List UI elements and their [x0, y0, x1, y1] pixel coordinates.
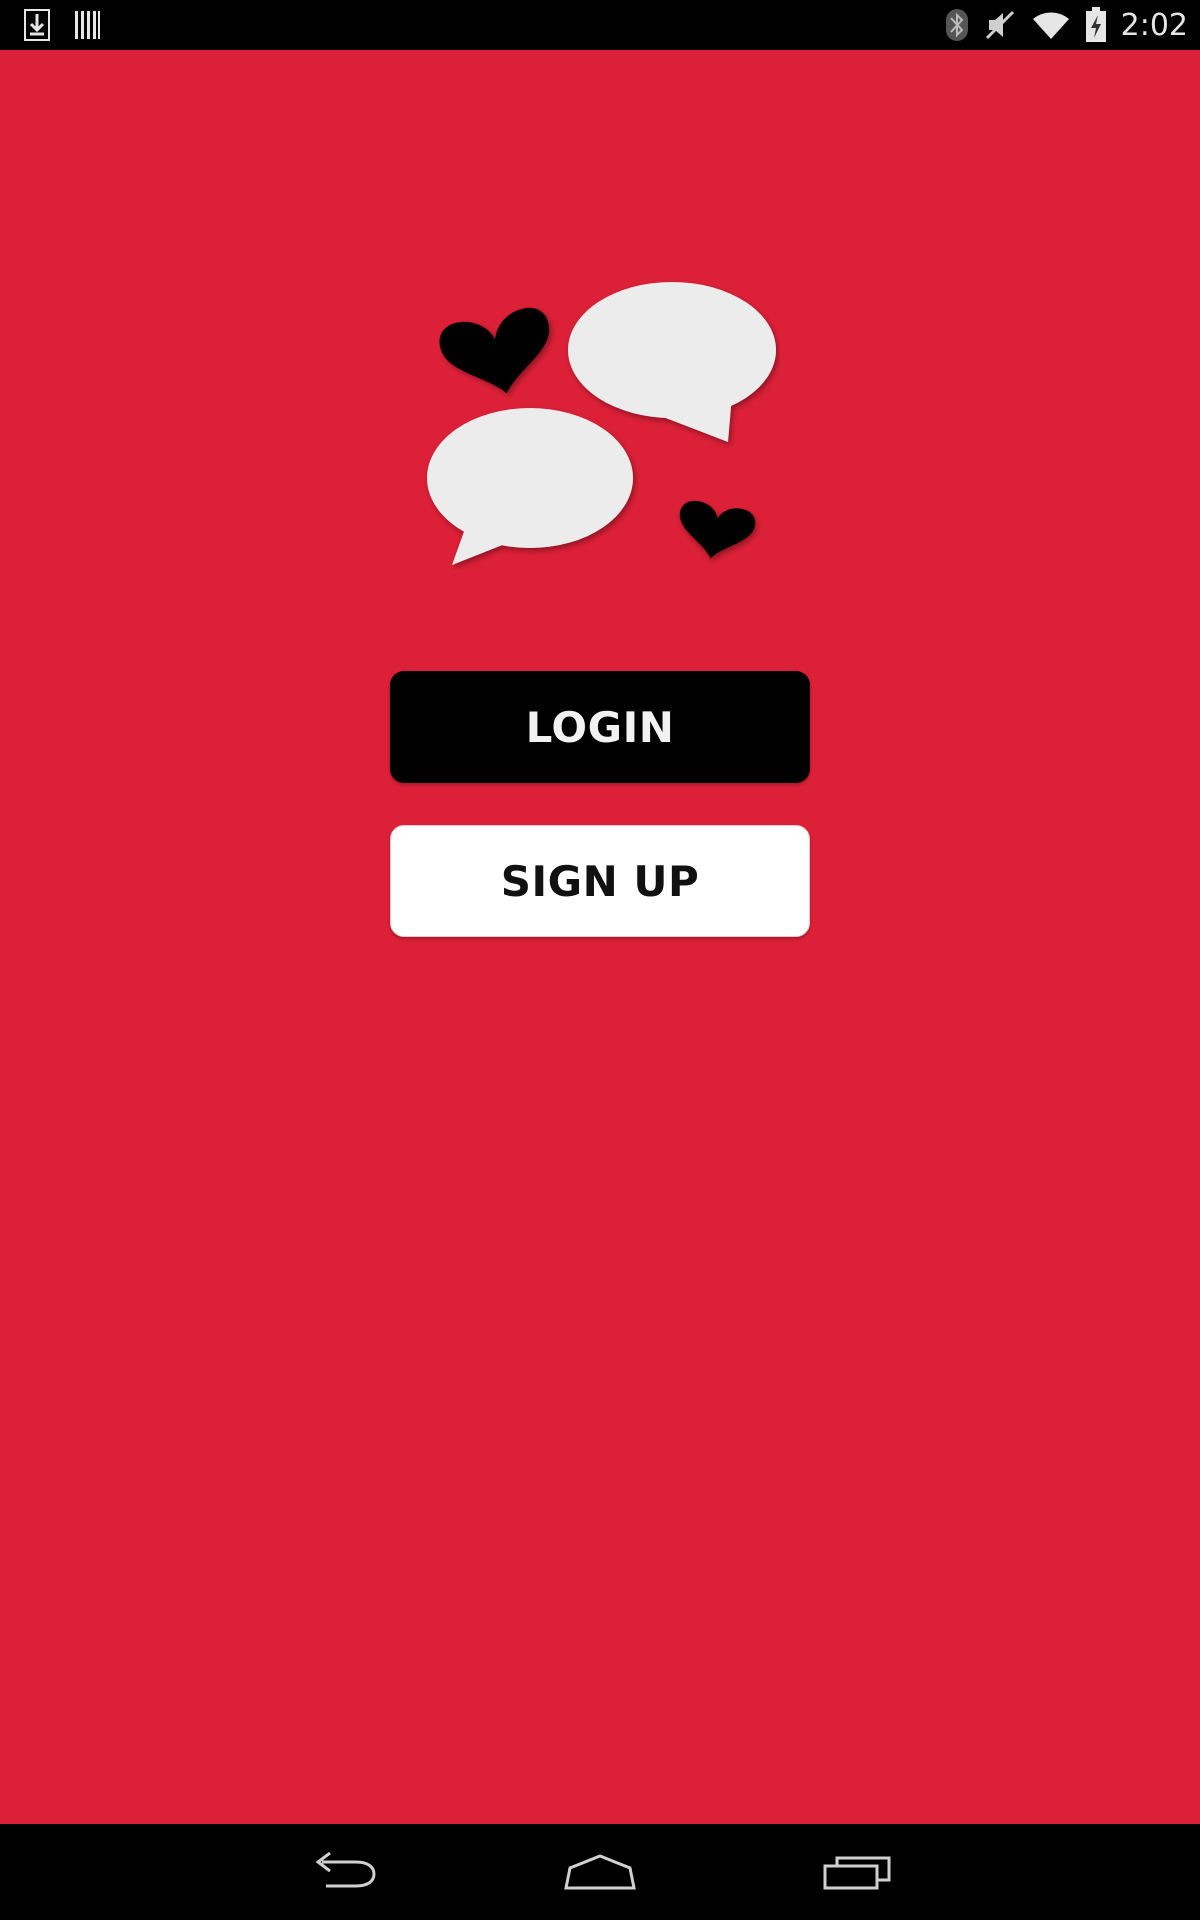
navigation-bar	[0, 1824, 1200, 1920]
back-icon	[315, 1852, 376, 1888]
recents-icon	[823, 1856, 891, 1890]
battery-charging-icon	[1085, 7, 1106, 42]
wifi-icon	[1032, 12, 1069, 39]
login-button[interactable]: LOGIN	[390, 671, 810, 783]
app-logo	[427, 282, 776, 565]
speech-bubble-icon	[427, 408, 633, 565]
app-screen: 2:02 LOGIN SIGN UP	[0, 0, 1200, 1920]
heart-icon	[439, 308, 550, 394]
welcome-screen: LOGIN SIGN UP	[0, 50, 1200, 1824]
back-button[interactable]	[283, 1824, 403, 1920]
status-bar-system-icons: 2:02	[945, 0, 1188, 50]
bluetooth-icon	[945, 9, 968, 41]
status-bar-time: 2:02	[1120, 7, 1188, 43]
home-icon	[564, 1854, 636, 1890]
heart-icon	[679, 500, 756, 559]
status-bar: 2:02	[0, 0, 1200, 50]
recents-button[interactable]	[798, 1824, 918, 1920]
status-bar-notifications	[24, 9, 100, 41]
signup-button[interactable]: SIGN UP	[390, 825, 810, 937]
download-icon	[24, 9, 50, 41]
home-button[interactable]	[540, 1824, 660, 1920]
mute-icon	[985, 10, 1014, 40]
barcode-icon	[75, 11, 100, 39]
speech-bubble-icon	[568, 282, 776, 442]
